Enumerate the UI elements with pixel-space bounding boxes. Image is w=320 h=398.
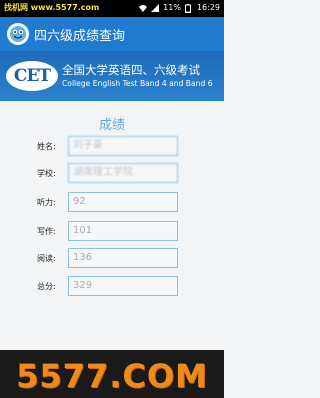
cet-banner: CET 全国大学英语四、六级考试 College English Test Ba… <box>0 51 224 101</box>
signal-icon <box>151 3 160 12</box>
result-section-title: 成绩 <box>98 118 125 133</box>
banner-title-cn: 全国大学英语四、六级考试 <box>62 63 200 77</box>
reading-field[interactable]: 136 <box>68 248 178 268</box>
app-title: 四六级成绩查询 <box>34 29 126 44</box>
cet-logo: CET <box>6 61 58 91</box>
status-watermark: 找机网 www.5577.com <box>4 3 100 12</box>
school-label: 学校: <box>37 169 56 178</box>
listening-label: 听力: <box>37 198 56 207</box>
name-row: 姓名: 刘子豪 <box>0 136 224 158</box>
total-field[interactable]: 329 <box>68 276 178 296</box>
banner-title-en: College English Test Band 4 and Band 6 <box>62 79 213 88</box>
status-icons: 11% 16:29 <box>139 3 220 13</box>
school-field[interactable]: 湖南理工学院 <box>68 163 178 183</box>
status-time: 16:29 <box>196 3 220 12</box>
watermark-bottom: 5577.COM <box>16 357 208 395</box>
total-label: 总分: <box>37 282 56 291</box>
school-row: 学校: 湖南理工学院 <box>0 163 224 185</box>
listening-field[interactable]: 92 <box>68 192 178 212</box>
reading-label: 阅读: <box>37 254 56 263</box>
writing-label: 写作: <box>37 227 56 236</box>
app-logo-icon[interactable] <box>7 23 29 45</box>
status-bar: 找机网 www.5577.com 11% 16:29 <box>0 0 224 17</box>
listening-row: 听力: 92 <box>0 192 224 214</box>
wifi-icon <box>139 4 148 12</box>
writing-field[interactable]: 101 <box>68 221 178 241</box>
total-row: 总分: 329 <box>0 276 224 298</box>
writing-row: 写作: 101 <box>0 221 224 243</box>
reading-row: 阅读: 136 <box>0 248 224 270</box>
battery-percent: 11% <box>163 3 181 12</box>
name-label: 姓名: <box>37 142 56 151</box>
battery-icon <box>184 3 193 13</box>
app-bar: 四六级成绩查询 <box>0 17 224 51</box>
name-field[interactable]: 刘子豪 <box>68 136 178 156</box>
